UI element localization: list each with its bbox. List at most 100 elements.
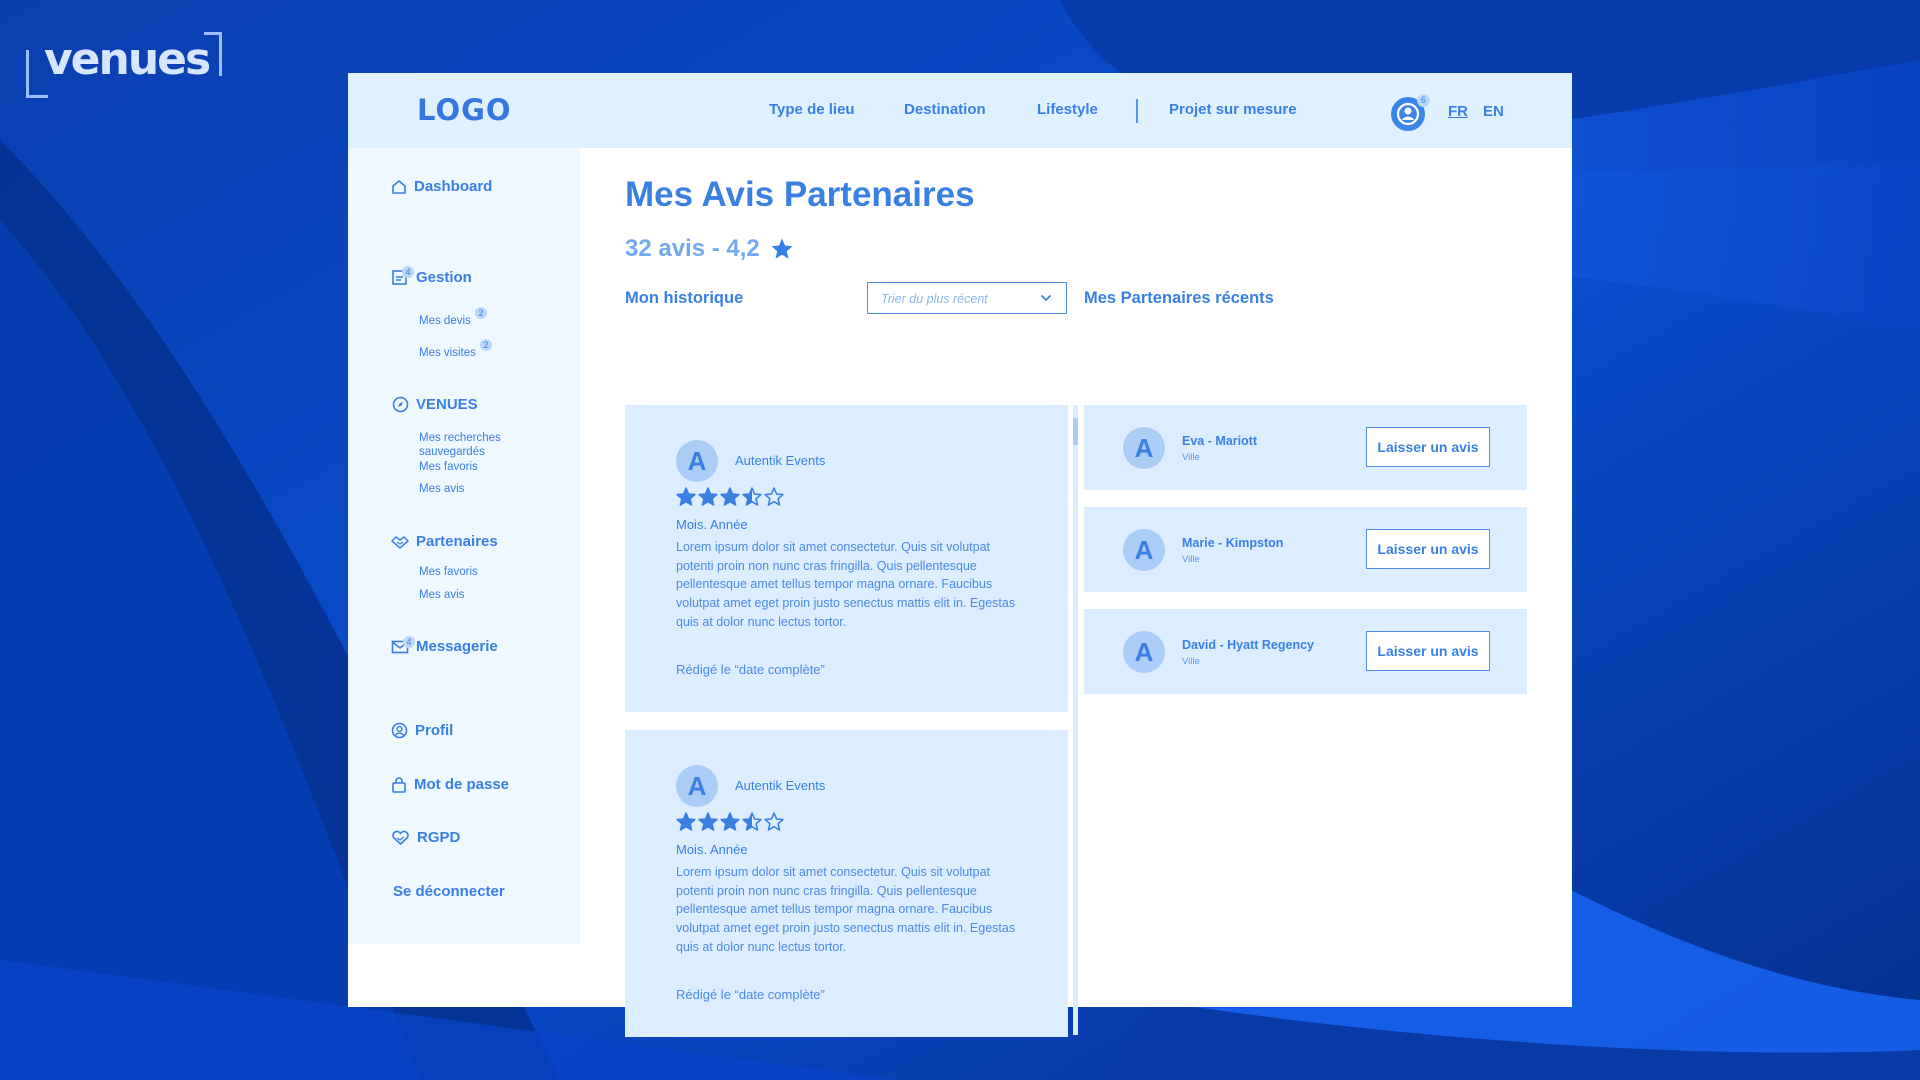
star-icon: [771, 238, 793, 259]
review-partner-name[interactable]: Autentik Events: [735, 778, 825, 793]
sidebar-sub-partenaires-favoris[interactable]: Mes favoris: [419, 565, 478, 579]
sidebar-item-mot-de-passe[interactable]: Mot de passe: [391, 776, 509, 793]
sidebar-item-rgpd[interactable]: RGPD: [391, 829, 460, 846]
sidebar-sub-mes-visites[interactable]: Mes visites: [419, 346, 476, 360]
sidebar: Dashboard Gestion 4 Mes devis 2 Mes visi…: [348, 148, 580, 944]
partner-city: Ville: [1182, 554, 1200, 565]
account-button[interactable]: 6: [1391, 94, 1430, 131]
sidebar-sub-venues-favoris[interactable]: Mes favoris: [419, 460, 478, 474]
review-card: A Autentik Events Mois. Année Lorem ipsu…: [625, 405, 1068, 712]
leave-review-button[interactable]: Laisser un avis: [1366, 529, 1490, 569]
leave-review-button[interactable]: Laisser un avis: [1366, 631, 1490, 671]
sidebar-item-dashboard[interactable]: Dashboard: [391, 178, 492, 195]
review-date: Mois. Année: [676, 842, 748, 857]
star-icon: [720, 487, 740, 506]
avatar: A: [1123, 427, 1165, 469]
user-circle-icon: [391, 722, 408, 739]
partner-city: Ville: [1182, 656, 1200, 667]
lang-en[interactable]: EN: [1483, 103, 1504, 120]
avatar: A: [1123, 631, 1165, 673]
review-written-date: Rédigé le “date complète”: [676, 987, 825, 1002]
site-logo[interactable]: LOGO: [417, 93, 512, 127]
sidebar-logout[interactable]: Se déconnecter: [393, 883, 505, 900]
notification-badge: 6: [1417, 94, 1430, 107]
sort-dropdown[interactable]: Trier du plus récent: [867, 282, 1067, 314]
star-icon: [676, 812, 696, 831]
nav-lifestyle[interactable]: Lifestyle: [1037, 101, 1098, 118]
home-icon: [392, 179, 406, 194]
partner-name: Marie - Kimpston: [1182, 536, 1284, 550]
nav-projet-sur-mesure[interactable]: Projet sur mesure: [1169, 101, 1297, 118]
sidebar-sub-partenaires-avis[interactable]: Mes avis: [419, 588, 464, 602]
recent-partners-label: Mes Partenaires récents: [1084, 289, 1274, 307]
sidebar-item-venues[interactable]: VENUES: [392, 396, 478, 413]
sidebar-label-partenaires: Partenaires: [416, 533, 498, 550]
avatar: A: [676, 440, 718, 482]
sidebar-item-profil[interactable]: Profil: [391, 722, 453, 739]
main-content: Mes Avis Partenaires 32 avis - 4,2 Mon h…: [580, 148, 1572, 1037]
scrollbar-track[interactable]: [1073, 405, 1078, 1035]
nav-divider: [1136, 99, 1138, 123]
review-date: Mois. Année: [676, 517, 748, 532]
review-card: A Autentik Events Mois. Année Lorem ipsu…: [625, 730, 1068, 1037]
star-icon: [742, 812, 762, 831]
page-title: Mes Avis Partenaires: [625, 175, 975, 214]
review-written-date: Rédigé le “date complète”: [676, 662, 825, 677]
partner-card: A Eva - Mariott Ville Laisser un avis: [1084, 405, 1527, 490]
star-icon: [764, 487, 784, 506]
sidebar-label-rgpd: RGPD: [417, 829, 461, 846]
lang-fr[interactable]: FR: [1448, 103, 1468, 120]
sidebar-sub-venues-avis[interactable]: Mes avis: [419, 482, 464, 496]
partner-name: David - Hyatt Regency: [1182, 638, 1314, 652]
rating-stars: [676, 812, 784, 832]
gestion-badge: 4: [402, 266, 414, 278]
sidebar-item-partenaires[interactable]: Partenaires: [391, 533, 498, 550]
leave-review-button[interactable]: Laisser un avis: [1366, 427, 1490, 467]
handshake-icon: [391, 535, 409, 549]
avatar: A: [676, 765, 718, 807]
heart-hand-icon: [392, 830, 409, 845]
partner-city: Ville: [1182, 452, 1200, 463]
sidebar-label-messagerie: Messagerie: [416, 638, 498, 655]
devis-badge: 2: [475, 307, 487, 319]
messagerie-badge: 4: [403, 636, 415, 648]
sidebar-sub-recherches-line1: Mes recherches: [419, 432, 501, 444]
visites-badge: 2: [480, 339, 492, 351]
sort-placeholder: Trier du plus récent: [881, 292, 988, 306]
lock-icon: [392, 777, 406, 793]
rating-stars: [676, 487, 784, 507]
top-navigation: LOGO Type de lieu Destination Lifestyle …: [348, 73, 1572, 148]
review-text: Lorem ipsum dolor sit amet consectetur. …: [676, 540, 1016, 629]
scrollbar-thumb[interactable]: [1073, 418, 1078, 445]
nav-type-de-lieu[interactable]: Type de lieu: [769, 101, 855, 118]
sidebar-label-profil: Profil: [415, 722, 454, 739]
star-icon: [698, 812, 718, 831]
review-summary: 32 avis - 4,2: [625, 235, 794, 263]
avatar: A: [1123, 529, 1165, 571]
history-label: Mon historique: [625, 289, 744, 307]
star-icon: [742, 487, 762, 506]
app-window: LOGO Type de lieu Destination Lifestyle …: [348, 73, 1572, 1037]
sidebar-label-logout: Se déconnecter: [393, 883, 505, 900]
nav-destination[interactable]: Destination: [904, 101, 986, 118]
compass-icon: [392, 396, 409, 413]
review-count-rating: 32 avis - 4,2: [625, 235, 760, 262]
sidebar-sub-mes-recherches[interactable]: Mes recherches sauvegardés: [419, 431, 501, 459]
brand-name: venues: [44, 34, 211, 85]
sidebar-label-dashboard: Dashboard: [414, 178, 493, 195]
star-icon: [720, 812, 740, 831]
partner-card: A Marie - Kimpston Ville Laisser un avis: [1084, 507, 1527, 592]
star-icon: [698, 487, 718, 506]
star-icon: [764, 812, 784, 831]
review-partner-name[interactable]: Autentik Events: [735, 453, 825, 468]
sidebar-sub-mes-devis[interactable]: Mes devis: [419, 314, 471, 328]
sidebar-label-mot-de-passe: Mot de passe: [414, 776, 510, 793]
chevron-down-icon: [1040, 294, 1052, 302]
review-text: Lorem ipsum dolor sit amet consectetur. …: [676, 865, 1016, 954]
partner-card: A David - Hyatt Regency Ville Laisser un…: [1084, 609, 1527, 694]
star-icon: [676, 487, 696, 506]
sidebar-label-gestion: Gestion: [416, 268, 472, 286]
partner-name: Eva - Mariott: [1182, 434, 1258, 448]
venues-brand-logo: venues: [26, 30, 222, 100]
sidebar-sub-recherches-line2: sauvegardés: [419, 446, 485, 458]
